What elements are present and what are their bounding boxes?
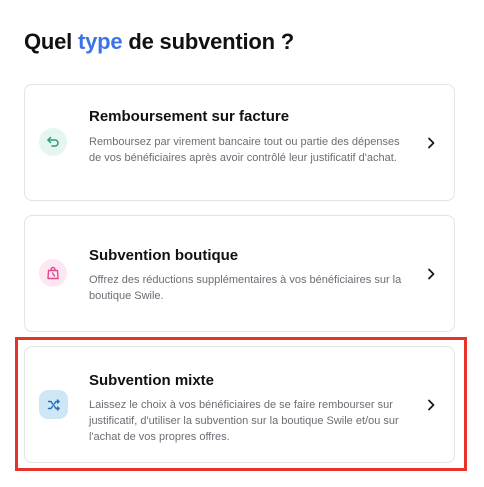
option-subvention-boutique[interactable]: Subvention boutique Offrez des réduction…: [24, 215, 455, 332]
option-title: Subvention boutique: [89, 247, 239, 264]
option-remboursement-sur-facture[interactable]: Remboursement sur facture Remboursez par…: [24, 84, 455, 201]
option-description: Laissez le choix à vos bénéficiaires de …: [89, 399, 399, 443]
chevron-right-icon: [428, 399, 435, 410]
undo-arrow-icon: [39, 128, 67, 156]
shopping-bag-icon: [39, 259, 67, 287]
title-prefix: Quel: [24, 29, 79, 54]
title-suffix: de subvention ?: [122, 29, 295, 54]
option-subvention-mixte[interactable]: Subvention mixte Laissez le choix à vos …: [24, 346, 455, 463]
shuffle-icon: [39, 390, 68, 419]
chevron-right-icon: [428, 268, 435, 279]
page-title: Quel type de subvention ?: [24, 29, 294, 55]
title-accent: type: [78, 29, 123, 54]
chevron-right-icon: [428, 137, 435, 148]
option-description: Offrez des réductions supplémentaires à …: [89, 274, 402, 302]
option-title: Remboursement sur facture: [89, 108, 290, 125]
option-description: Remboursez par virement bancaire tout ou…: [89, 136, 400, 164]
option-title: Subvention mixte: [89, 372, 215, 389]
